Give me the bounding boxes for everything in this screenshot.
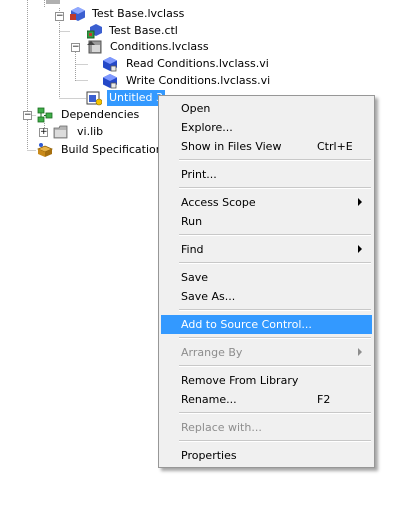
lvclass-icon bbox=[70, 7, 85, 21]
tree-item-dependencies[interactable]: Dependencies bbox=[37, 107, 141, 123]
tree-item-vi-lib[interactable]: vi.lib bbox=[53, 124, 105, 140]
menu-item-explore[interactable]: Explore... bbox=[161, 118, 372, 137]
tree-item-label: vi.lib bbox=[77, 125, 104, 138]
menu-item-save-as[interactable]: Save As... bbox=[161, 287, 372, 306]
menu-separator bbox=[179, 159, 371, 161]
submenu-arrow-icon bbox=[358, 245, 362, 253]
menu-item-label: Find bbox=[181, 243, 204, 256]
menu-item-save[interactable]: Save bbox=[161, 268, 372, 287]
menu-item-label: Add to Source Control... bbox=[181, 318, 312, 331]
tree-item-untitled-3[interactable]: Untitled 3 bbox=[86, 90, 166, 106]
tree-item-label: Build Specification bbox=[61, 143, 163, 156]
tree-item-read-conditions[interactable]: Read Conditions.lvclass.vi bbox=[102, 56, 271, 72]
tree-item-build-specifications[interactable]: Build Specification bbox=[37, 142, 165, 158]
menu-separator bbox=[179, 337, 371, 339]
menu-item-label: Explore... bbox=[181, 121, 233, 134]
menu-separator bbox=[179, 234, 371, 236]
menu-separator bbox=[179, 187, 371, 189]
submenu-arrow-icon bbox=[358, 198, 362, 206]
menu-item-label: Run bbox=[181, 215, 203, 228]
tree-item-label: Conditions.lvclass bbox=[110, 40, 209, 53]
collapse-toggle[interactable]: − bbox=[71, 43, 80, 52]
menu-item-find[interactable]: Find bbox=[161, 240, 372, 259]
menu-item-run[interactable]: Run bbox=[161, 212, 372, 231]
new-vi-icon bbox=[86, 91, 102, 106]
menu-item-label: Replace with... bbox=[181, 421, 262, 434]
context-menu: Open Explore... Show in Files View Ctrl+… bbox=[158, 95, 375, 468]
menu-separator bbox=[179, 440, 371, 442]
menu-separator bbox=[179, 262, 371, 264]
tree-item-label: Dependencies bbox=[61, 108, 140, 121]
menu-item-show-in-files-view[interactable]: Show in Files View Ctrl+E bbox=[161, 137, 372, 156]
submenu-arrow-icon bbox=[358, 348, 362, 356]
vi-icon bbox=[103, 57, 117, 72]
control-icon bbox=[87, 24, 102, 39]
tree-item-label: Write Conditions.lvclass.vi bbox=[126, 74, 271, 87]
vi-icon bbox=[103, 74, 117, 89]
menu-item-label: Open bbox=[181, 102, 211, 115]
menu-item-label: Show in Files View bbox=[181, 140, 282, 153]
dependencies-icon bbox=[37, 107, 53, 123]
collapse-toggle[interactable]: − bbox=[55, 12, 64, 21]
menu-item-shortcut: Ctrl+E bbox=[317, 140, 353, 153]
tree-item-conditions-lvclass[interactable]: Conditions.lvclass bbox=[86, 39, 211, 55]
menu-item-label: Properties bbox=[181, 449, 237, 462]
menu-separator bbox=[179, 309, 371, 311]
tree-item-test-base-ctl[interactable]: Test Base.ctl bbox=[87, 23, 180, 39]
folder-icon bbox=[53, 125, 68, 139]
menu-item-shortcut: F2 bbox=[317, 393, 331, 406]
menu-item-open[interactable]: Open bbox=[161, 99, 372, 118]
menu-item-access-scope[interactable]: Access Scope bbox=[161, 193, 372, 212]
build-spec-icon bbox=[37, 143, 53, 157]
menu-separator bbox=[179, 365, 371, 367]
menu-item-remove-from-library[interactable]: Remove From Library bbox=[161, 371, 372, 390]
tree-item-label: Untitled 3 bbox=[107, 90, 166, 106]
expand-toggle[interactable]: + bbox=[39, 128, 48, 137]
menu-item-label: Access Scope bbox=[181, 196, 256, 209]
menu-item-replace-with: Replace with... bbox=[161, 418, 372, 437]
menu-separator bbox=[179, 412, 371, 414]
folder-class-icon bbox=[87, 40, 102, 54]
menu-item-label: Arrange By bbox=[181, 346, 243, 359]
collapse-toggle[interactable]: − bbox=[23, 111, 32, 120]
menu-item-arrange-by: Arrange By bbox=[161, 343, 372, 362]
menu-item-print[interactable]: Print... bbox=[161, 165, 372, 184]
menu-item-label: Remove From Library bbox=[181, 374, 299, 387]
tree-item-label: Test Base.lvclass bbox=[92, 7, 185, 20]
menu-item-label: Rename... bbox=[181, 393, 237, 406]
menu-item-label: Save As... bbox=[181, 290, 236, 303]
menu-item-add-to-source-control[interactable]: Add to Source Control... bbox=[161, 315, 372, 334]
tree-item-write-conditions[interactable]: Write Conditions.lvclass.vi bbox=[102, 73, 272, 89]
menu-item-properties[interactable]: Properties bbox=[161, 446, 372, 465]
tree-item-label: Read Conditions.lvclass.vi bbox=[126, 57, 269, 70]
menu-item-label: Print... bbox=[181, 168, 217, 181]
tree-item-test-base-lvclass[interactable]: Test Base.lvclass bbox=[70, 6, 186, 22]
menu-item-label: Save bbox=[181, 271, 209, 284]
tree-item-label: Test Base.ctl bbox=[109, 24, 178, 37]
menu-item-rename[interactable]: Rename... F2 bbox=[161, 390, 372, 409]
